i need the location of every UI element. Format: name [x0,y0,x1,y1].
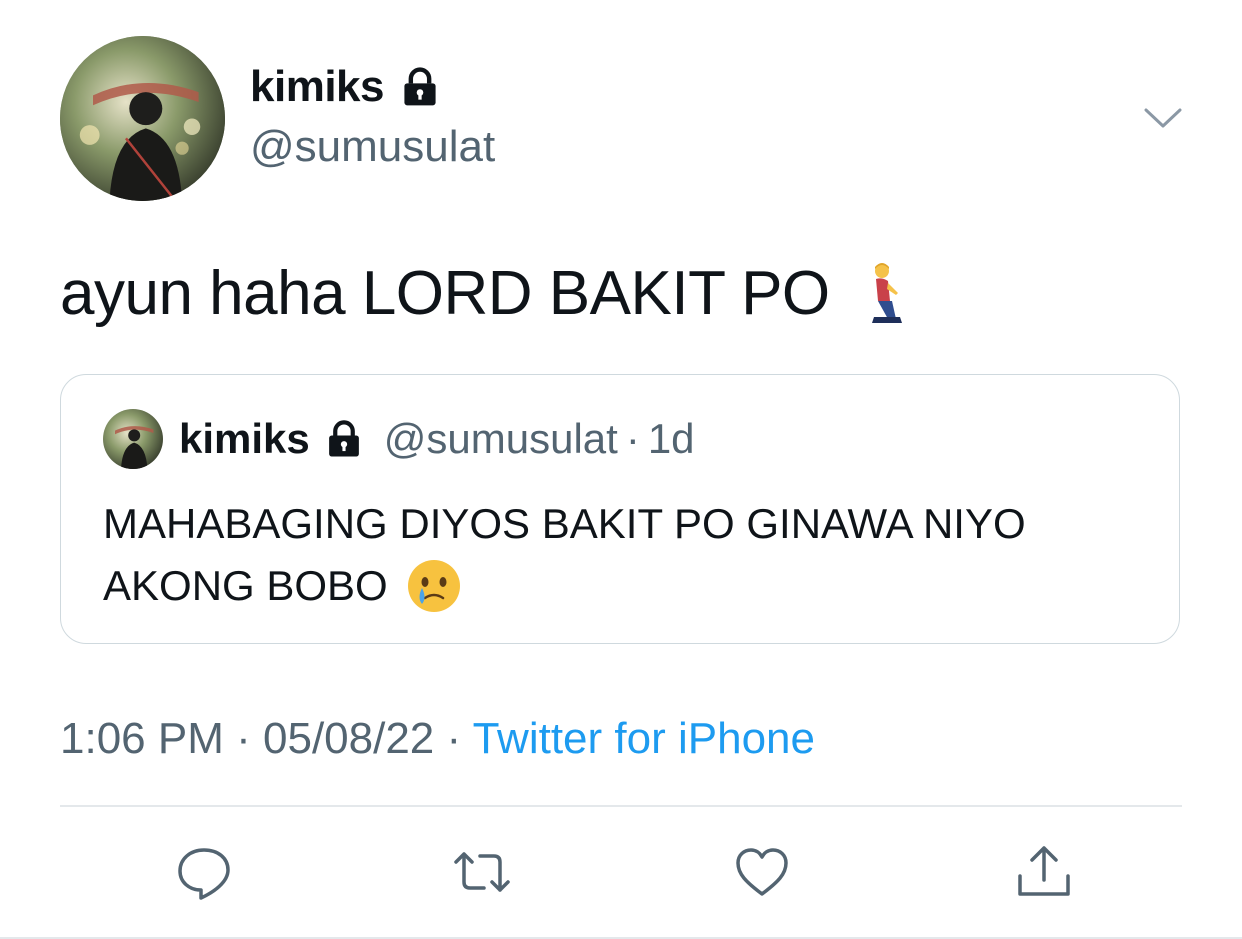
share-button[interactable] [1014,842,1074,902]
tweet-source-link[interactable]: Twitter for iPhone [473,714,815,763]
lock-icon [328,420,359,457]
quoted-author-avatar [103,409,163,469]
reply-icon [178,848,230,900]
tweet-date[interactable]: 05/08/22 [263,714,434,763]
quoted-author-handle: @sumusulat [383,415,618,462]
author-handle[interactable]: @sumusulat [250,122,495,172]
quoted-tweet-age: 1d [647,415,695,462]
meta-separator: · [446,714,462,763]
face-holding-back-tears-icon [407,560,460,612]
meta-separator: · [236,714,251,763]
retweet-button[interactable] [452,842,512,902]
divider [60,805,1182,807]
tweet-time[interactable]: 1:06 PM [60,714,224,763]
quoted-separator: · [625,415,640,462]
quoted-author-name: kimiks [179,415,310,462]
chevron-down-icon[interactable] [1140,102,1186,134]
like-button[interactable] [732,842,792,902]
quoted-tweet-text-content: MAHABAGING DIYOS BAKIT PO GINAWA NIYO AK… [103,500,1026,609]
quoted-avatar-photo [103,409,163,469]
avatar-photo [60,36,225,201]
tweet-text: ayun haha LORD BAKIT PO [60,258,912,329]
share-icon [1018,846,1070,896]
heart-icon [736,848,788,896]
quoted-tweet-header: kimiks @sumusulat · 1d [179,415,695,463]
tweet-detail: kimiks @sumusulat ayun haha LORD BAKIT P… [0,0,1242,939]
quoted-tweet-text: MAHABAGING DIYOS BAKIT PO GINAWA NIYO AK… [103,493,1143,617]
person-kneeling-icon [871,262,902,323]
quoted-tweet-card[interactable]: kimiks @sumusulat · 1d MAHABAGING DIYOS … [60,374,1180,644]
lock-icon [404,67,436,106]
retweet-icon [454,852,510,892]
tweet-metadata: 1:06 PM · 05/08/22 · Twitter for iPhone [60,714,815,764]
reply-button[interactable] [174,842,234,902]
tweet-text-content: ayun haha LORD BAKIT PO [60,259,830,328]
author-avatar[interactable] [60,36,225,201]
author-name-row[interactable]: kimiks [250,62,442,112]
author-display-name[interactable]: kimiks [250,62,384,112]
